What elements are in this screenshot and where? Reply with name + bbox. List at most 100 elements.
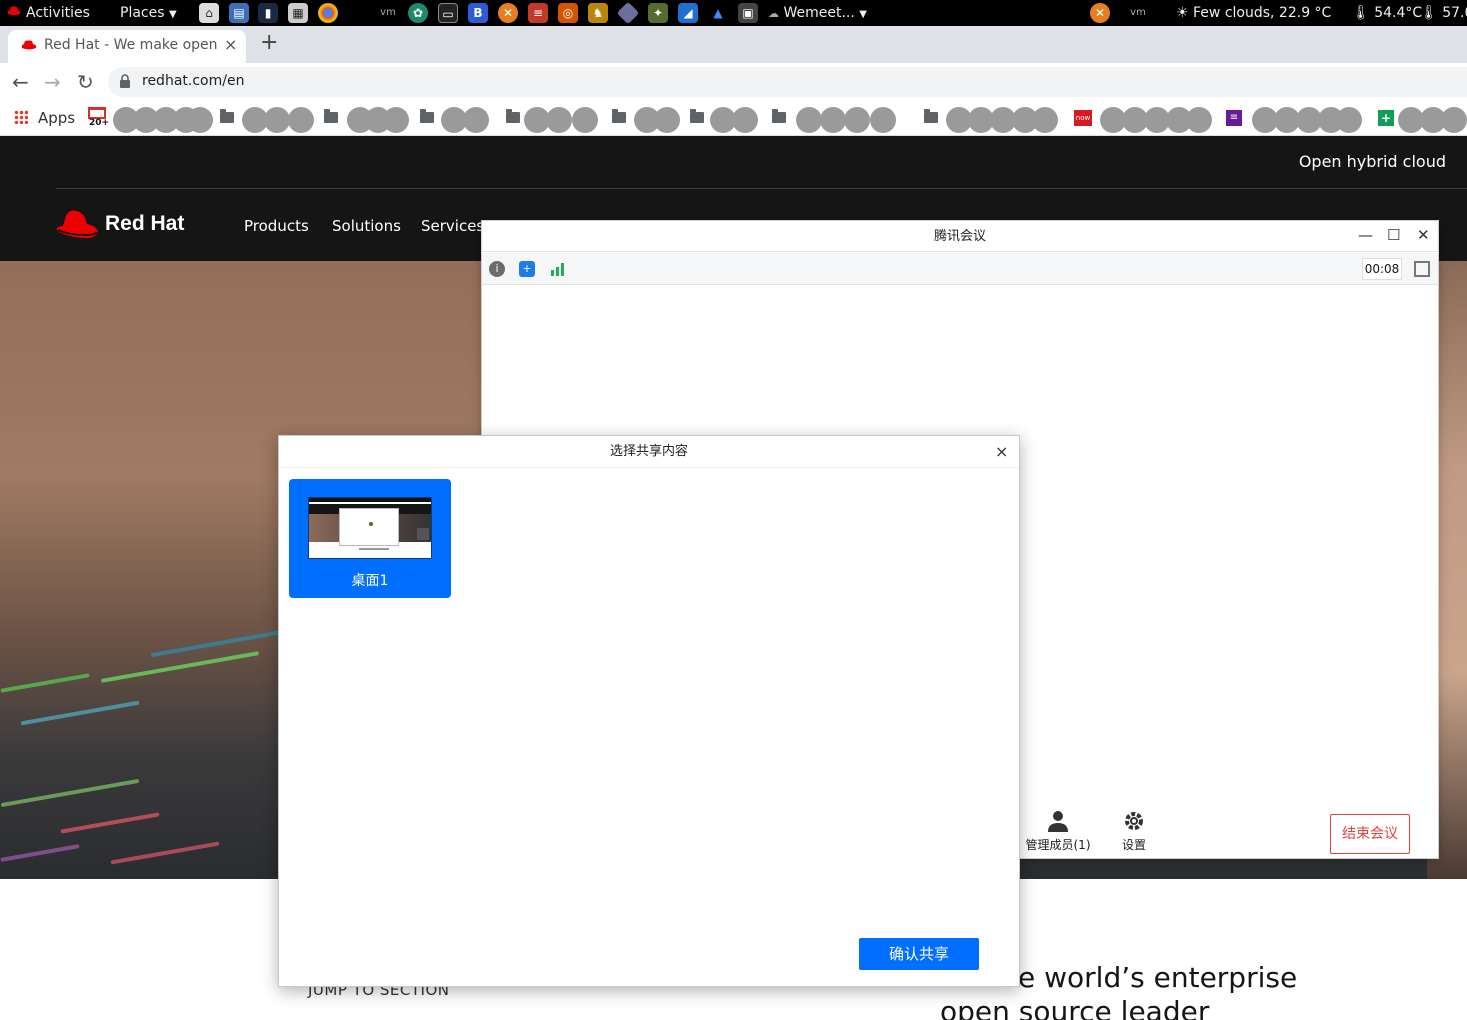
redacted-bookmark[interactable] [1398, 107, 1467, 133]
chrome-icon[interactable] [318, 3, 338, 23]
settings-label: 设置 [1121, 838, 1146, 852]
swirl-app-icon[interactable]: ◎ [558, 3, 578, 23]
wave-app-icon[interactable]: ◢ [678, 3, 698, 23]
redacted-bookmark[interactable] [946, 107, 1058, 133]
gnu-app-icon[interactable]: ♞ [588, 3, 608, 23]
fullscreen-icon[interactable] [1414, 261, 1430, 277]
manage-members-button[interactable]: 管理成员(1) [1022, 809, 1094, 853]
new-tab-button[interactable]: + [260, 30, 278, 55]
tray-x-icon[interactable]: ✕ [1090, 3, 1110, 23]
logo-wordmark: Red Hat [105, 212, 185, 235]
folder-icon[interactable] [420, 109, 434, 123]
lock-icon [120, 74, 130, 88]
bookmarks-bar: Apps 20+ now ≡ + [0, 101, 1467, 136]
back-arrow-icon[interactable]: ← [12, 70, 29, 94]
redacted-bookmark[interactable] [441, 107, 489, 133]
apps-bookmark[interactable]: Apps [38, 109, 75, 127]
places-menu[interactable]: Places ▼ [120, 0, 177, 26]
redacted-bookmark[interactable] [347, 107, 409, 133]
servicenow-icon[interactable]: now [1074, 110, 1092, 126]
reload-icon[interactable]: ↻ [77, 70, 94, 94]
redacted-bookmark[interactable] [113, 107, 213, 133]
info-icon[interactable]: i [489, 261, 505, 277]
code-line [150, 628, 290, 658]
temp2-label: 57.0 [1442, 5, 1467, 21]
redacted-bookmark[interactable] [1252, 107, 1362, 133]
nav-services[interactable]: Services [421, 217, 484, 235]
mountain-app-icon[interactable]: ▲ [708, 3, 728, 23]
maximize-icon[interactable]: ☐ [1387, 226, 1400, 244]
folder-icon[interactable] [612, 109, 626, 123]
console-icon[interactable]: ▭ [438, 3, 458, 23]
desktop-thumbnail [308, 497, 432, 559]
end-meeting-button[interactable]: 结束会议 [1330, 814, 1410, 854]
minimize-icon[interactable]: — [1358, 226, 1373, 244]
settings-button[interactable]: 设置 [1114, 809, 1154, 853]
activities-button[interactable]: Activities [6, 0, 90, 26]
share-content-dialog: 选择共享内容 × 桌面1 确认共享 [278, 435, 1020, 987]
x-app-icon[interactable]: ✕ [498, 3, 518, 23]
redacted-bookmark[interactable] [710, 107, 760, 133]
folder-icon[interactable] [506, 109, 520, 123]
chevron-down-icon: ▼ [859, 9, 867, 20]
browser-tab[interactable]: Red Hat - We make open × [8, 30, 246, 63]
weather-indicator[interactable]: ☀ Few clouds, 22.9 °C [1176, 0, 1331, 26]
meeting-title: 腾讯会议 [482, 221, 1438, 252]
folder-icon[interactable] [690, 109, 704, 123]
file-cabinet-icon[interactable]: ▤ [229, 3, 249, 23]
redhat-favicon-icon [21, 40, 37, 50]
desktop-share-option[interactable]: 桌面1 [289, 479, 451, 598]
gpu-temp-indicator[interactable]: 🌡 57.0 [1420, 0, 1467, 26]
folder-icon[interactable] [220, 109, 234, 123]
weather-label: Few clouds, 22.9 °C [1193, 5, 1332, 21]
temp1-label: 54.4°C [1374, 5, 1423, 21]
tools-app-icon[interactable]: ✦ [648, 3, 668, 23]
apps-grid-icon[interactable] [14, 110, 28, 124]
heading-line-2: open source leader [940, 995, 1210, 1020]
terminal-app-icon[interactable]: ▮ [258, 3, 278, 23]
signal-strength-icon[interactable] [549, 261, 565, 277]
app-menu-label: Wemeet... [783, 5, 855, 21]
address-bar[interactable]: redhat.com/en [108, 67, 1467, 97]
folder-icon[interactable] [324, 109, 338, 123]
cpu-temp-indicator[interactable]: 🌡 54.4°C [1352, 0, 1422, 26]
redacted-bookmark[interactable] [1100, 107, 1212, 133]
redacted-bookmark[interactable] [242, 107, 316, 133]
forward-arrow-icon[interactable]: → [44, 70, 61, 94]
open-hybrid-cloud-link[interactable]: Open hybrid cloud [1299, 152, 1446, 171]
calculator-icon[interactable]: ▦ [288, 3, 308, 23]
folder-icon[interactable] [924, 109, 938, 123]
wemeet-app-menu[interactable]: ☁ Wemeet... ▼ [768, 0, 867, 26]
vmware-icon[interactable]: vm [378, 3, 398, 23]
stack-app-icon[interactable]: ≡ [528, 3, 548, 23]
home-folder-icon[interactable]: ⌂ [199, 3, 219, 23]
b-app-icon[interactable]: B [468, 3, 488, 23]
sheets-icon[interactable]: + [1378, 110, 1394, 126]
confirm-share-button[interactable]: 确认共享 [859, 938, 979, 970]
gmail-badge: 20+ [89, 118, 110, 128]
redacted-bookmark[interactable] [634, 107, 680, 133]
redhat-logo[interactable]: Red Hat [55, 208, 184, 242]
nav-solutions[interactable]: Solutions [332, 217, 401, 235]
browser-toolbar: ← → ↻ redhat.com/en [0, 63, 1467, 101]
gear-icon [1125, 812, 1143, 830]
diamond-app-icon[interactable] [616, 1, 640, 25]
share-dialog-title: 选择共享内容 [279, 436, 1019, 468]
meeting-info-bar: i + 00:08 [482, 253, 1438, 285]
close-icon[interactable]: × [995, 442, 1008, 461]
forms-icon[interactable]: ≡ [1226, 110, 1242, 126]
tab-close-icon[interactable]: × [224, 35, 237, 54]
thermometer-icon: 🌡 [1352, 5, 1370, 21]
chevron-down-icon: ▼ [168, 9, 177, 20]
code-line [0, 844, 80, 862]
tray-vmware-icon[interactable]: vm [1128, 3, 1148, 23]
monitor-app-icon[interactable]: ▣ [738, 3, 758, 23]
close-icon[interactable]: ✕ [1417, 226, 1430, 244]
redacted-bookmark[interactable] [524, 107, 600, 133]
chatgpt-icon[interactable]: ✿ [408, 3, 428, 23]
security-shield-icon[interactable]: + [519, 261, 535, 277]
redacted-bookmark[interactable] [796, 107, 906, 133]
weather-sun-cloud-icon: ☀ [1176, 5, 1189, 21]
folder-icon[interactable] [772, 109, 786, 123]
nav-products[interactable]: Products [244, 217, 309, 235]
